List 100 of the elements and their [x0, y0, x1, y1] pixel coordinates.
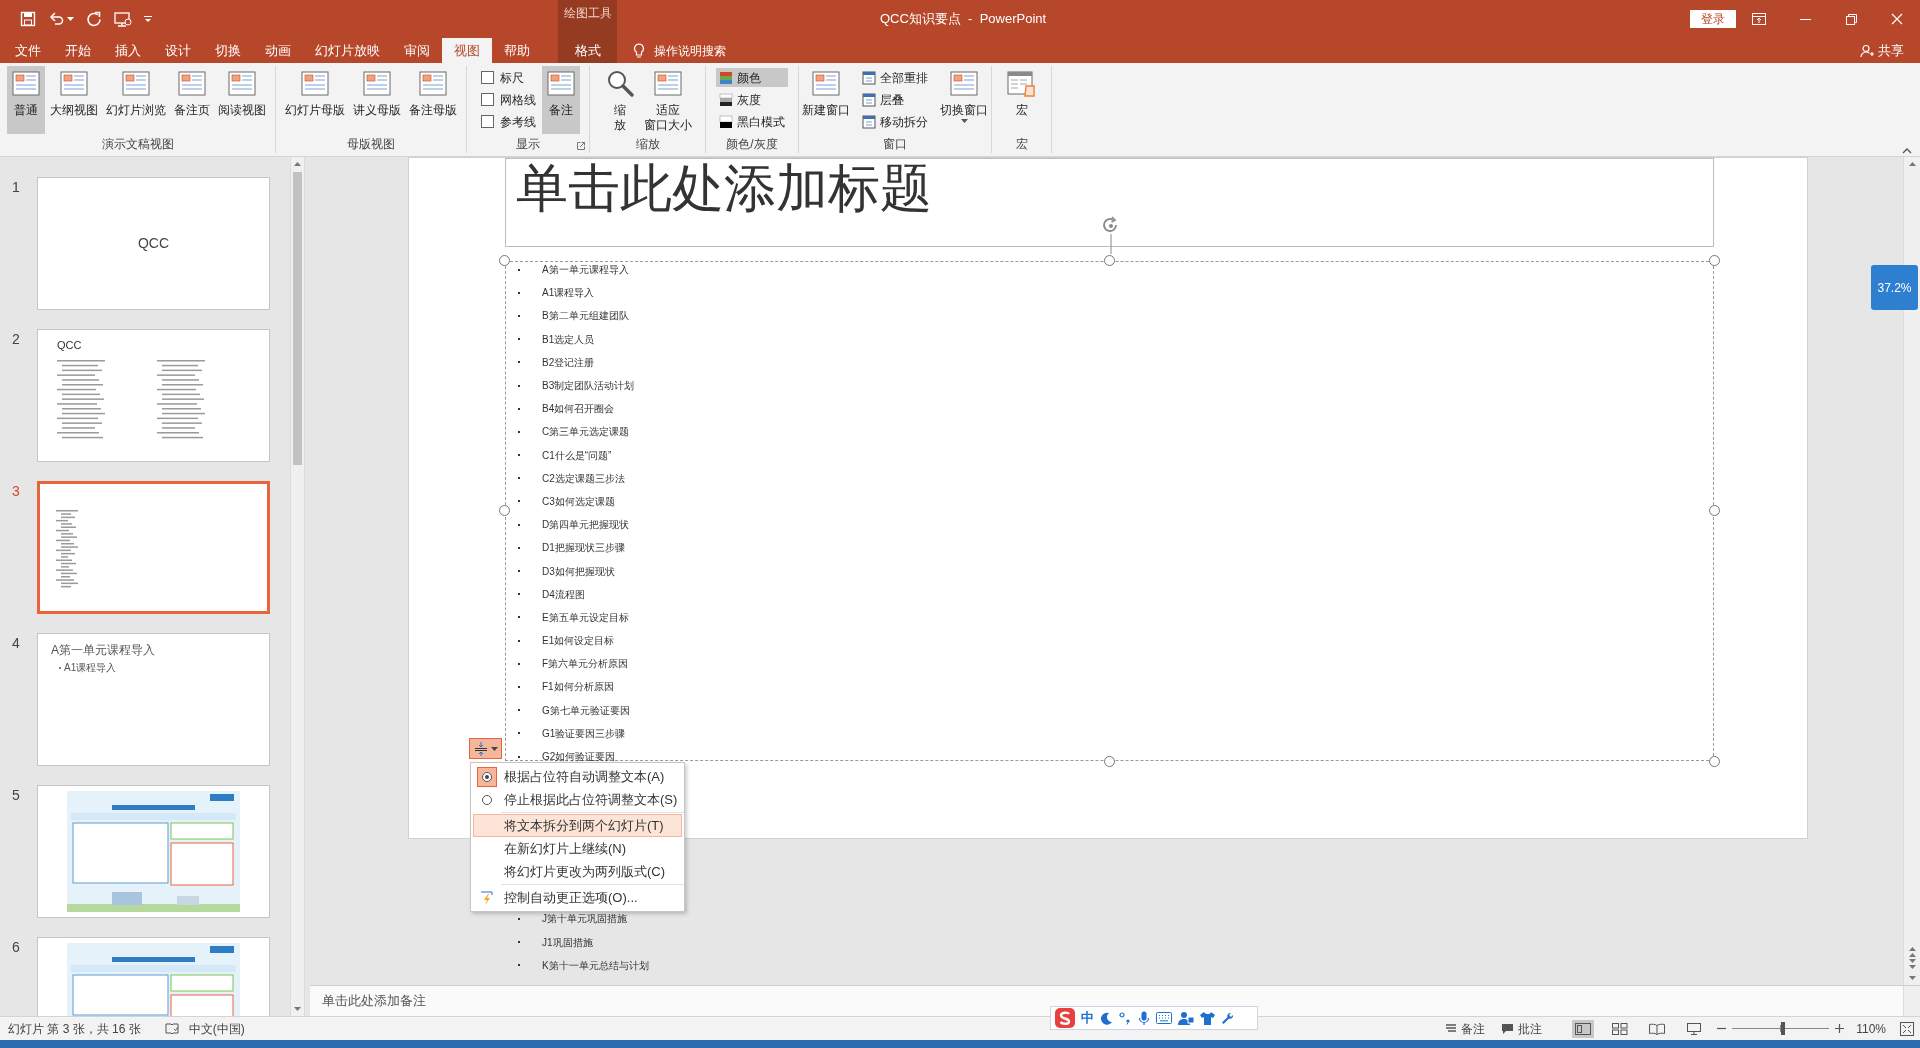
bullet-text: B第二单元组建团队 — [542, 309, 629, 324]
color-swatch-icon — [719, 92, 733, 107]
dialog-launcher-icon[interactable] — [577, 142, 585, 150]
scrollbar-thumb[interactable] — [293, 172, 302, 465]
ribbon-button[interactable]: 灰度 — [716, 90, 788, 109]
ribbon-tab[interactable]: 设计 — [153, 38, 203, 63]
redo-icon[interactable] — [86, 11, 102, 27]
ribbon-button[interactable]: 切换窗口 — [937, 66, 991, 134]
ribbon-button[interactable]: 新建窗口 — [799, 66, 853, 134]
slide-thumbnail[interactable]: QCC — [37, 177, 270, 310]
ribbon-tab[interactable]: 格式 — [558, 38, 617, 63]
resize-handle[interactable] — [1103, 756, 1115, 767]
menu-item[interactable]: 将幻灯片更改为两列版式(C) — [473, 860, 682, 883]
moon-icon[interactable] — [1100, 1011, 1113, 1025]
menu-item[interactable]: 停止根据此占位符调整文本(S) — [473, 788, 682, 811]
ribbon-tab[interactable]: 插入 — [103, 38, 153, 63]
shirt-icon[interactable] — [1200, 1011, 1215, 1025]
ribbon-button[interactable]: 大纲视图 — [46, 66, 101, 134]
microphone-icon[interactable] — [1138, 1010, 1150, 1026]
ribbon-tab[interactable]: 切换 — [203, 38, 253, 63]
close-icon[interactable] — [1891, 13, 1903, 25]
checkbox-label[interactable]: 参考线 — [499, 112, 536, 131]
person-icon[interactable] — [1178, 1011, 1194, 1025]
checkbox-label[interactable]: 标尺 — [499, 68, 524, 87]
comments-button[interactable]: 批注 — [1501, 1019, 1543, 1038]
slide-thumbnail[interactable] — [37, 785, 270, 918]
minimize-icon[interactable] — [1799, 18, 1811, 20]
resize-handle[interactable] — [499, 255, 510, 266]
notes-scrollbar[interactable] — [1903, 986, 1920, 1016]
ribbon-tab[interactable]: 视图 — [442, 38, 492, 63]
ribbon-button[interactable]: 备注母版 — [406, 66, 460, 134]
next-slide-icon[interactable] — [1907, 958, 1917, 970]
notes-button[interactable]: 备注 — [1445, 1019, 1486, 1038]
proofing-icon[interactable] — [164, 1022, 179, 1035]
language-button[interactable]: 中文(中国) — [188, 1019, 245, 1038]
ribbon-button[interactable]: 幻灯片浏览 — [102, 66, 169, 134]
ribbon-button[interactable]: 全部重排 — [859, 68, 931, 87]
input-method-logo-icon[interactable] — [1055, 1008, 1075, 1028]
undo-icon[interactable] — [48, 11, 64, 27]
resize-handle[interactable] — [499, 505, 510, 516]
checkbox-label[interactable]: 网格线 — [499, 90, 536, 109]
window-title: QCC知识要点 - PowerPoint — [880, 10, 1047, 29]
ribbon-button[interactable]: 黑白模式 — [716, 112, 788, 131]
zoom-in-icon[interactable] — [1835, 1024, 1845, 1033]
ribbon-tab[interactable]: 幻灯片放映 — [303, 38, 392, 63]
ribbon-button[interactable]: 宏 — [1002, 66, 1041, 134]
ribbon-tab[interactable]: 动画 — [253, 38, 303, 63]
ribbon-tab[interactable]: 开始 — [53, 38, 103, 63]
ribbon-tab[interactable]: 帮助 — [492, 38, 542, 63]
caret-icon[interactable] — [67, 17, 74, 21]
title-placeholder[interactable]: 单击此处添加标题 — [505, 158, 1714, 247]
slider-thumb[interactable] — [1780, 1022, 1785, 1035]
ribbon-button[interactable]: 普通 — [6, 66, 45, 134]
sign-in-button[interactable]: 登录 — [1690, 10, 1736, 28]
menu-item[interactable]: 在新幻灯片上继续(N) — [473, 837, 682, 860]
resize-handle[interactable] — [1103, 255, 1115, 266]
zoom-level-button[interactable]: 110% — [1856, 1019, 1886, 1038]
fit-to-window-icon[interactable] — [1900, 1021, 1914, 1036]
autofit-options-button[interactable] — [469, 738, 502, 759]
bullet-text: G第七单元验证要因 — [542, 703, 630, 718]
resize-handle[interactable] — [1709, 255, 1720, 266]
customize-icon[interactable] — [144, 15, 152, 23]
restore-icon[interactable] — [1845, 13, 1857, 25]
checkbox[interactable] — [480, 93, 494, 106]
menu-item[interactable]: 将文本拆分到两个幻灯片(T) — [473, 814, 682, 837]
normal-view-icon[interactable] — [1572, 1019, 1595, 1038]
checkbox[interactable] — [480, 71, 494, 84]
share-button[interactable]: 共享 — [1860, 40, 1904, 61]
radio-button[interactable] — [477, 766, 497, 787]
save-icon[interactable] — [20, 11, 36, 27]
zoom-slider[interactable] — [1732, 1022, 1830, 1035]
punctuation-icon[interactable] — [1119, 1011, 1132, 1025]
slide-thumbnail[interactable]: QCC — [37, 329, 270, 462]
ribbon-button[interactable]: 适应 窗口大小 — [640, 66, 695, 134]
keyboard-icon[interactable] — [1156, 1012, 1172, 1024]
menu-item[interactable]: 控制自动更正选项(O)... — [473, 886, 682, 909]
wrench-icon[interactable] — [1221, 1011, 1234, 1025]
resize-handle[interactable] — [1709, 505, 1720, 516]
ribbon-button[interactable]: 备注页 — [170, 66, 213, 134]
ribbon-tab[interactable]: 审阅 — [392, 38, 442, 63]
input-mode-button[interactable]: 中 — [1081, 1008, 1094, 1028]
slide-thumbnail[interactable]: A第一单元课程导入 A1课程导入 — [37, 633, 270, 766]
ribbon-tab[interactable]: 文件 — [3, 38, 53, 63]
resize-handle[interactable] — [1709, 756, 1720, 767]
tell-me-search[interactable]: 操作说明搜索 — [654, 41, 726, 60]
ribbon-button[interactable]: 备注 — [541, 66, 580, 134]
previous-slide-icon[interactable] — [1907, 946, 1917, 958]
checkbox[interactable] — [480, 115, 494, 128]
slide-thumbnail[interactable] — [37, 481, 270, 614]
ribbon-button[interactable]: 幻灯片母版 — [282, 66, 348, 134]
ribbon-button[interactable]: 讲义母版 — [350, 66, 404, 134]
ribbon-button[interactable]: 层叠 — [859, 90, 931, 109]
ribbon-button[interactable]: 缩 放 — [600, 66, 639, 134]
ribbon-button[interactable]: 颜色 — [716, 68, 788, 87]
menu-item[interactable]: 根据占位符自动调整文本(A) — [473, 765, 682, 788]
collapse-ribbon-icon[interactable] — [1902, 148, 1912, 154]
presentation-icon[interactable] — [114, 11, 132, 27]
ribbon-button[interactable]: 阅读视图 — [214, 66, 269, 134]
ribbon-display-options-icon[interactable] — [1752, 13, 1766, 25]
ribbon-button[interactable]: 移动拆分 — [859, 112, 931, 131]
